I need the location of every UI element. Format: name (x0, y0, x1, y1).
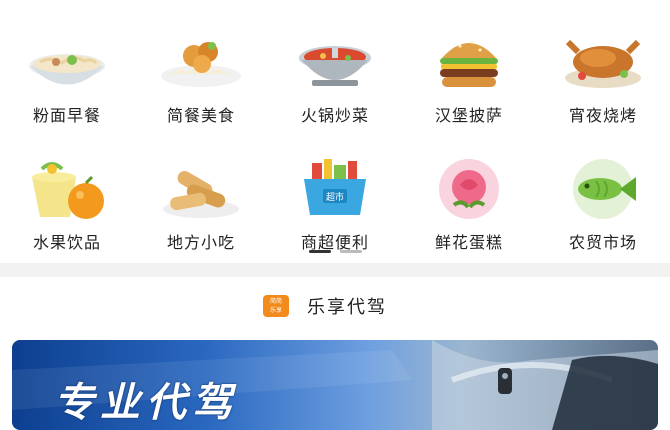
page-indicator-dot[interactable] (340, 250, 362, 253)
category-label: 简餐美食 (166, 106, 235, 125)
category-grid: 粉面早餐 简餐美食 火锅炒菜 汉堡披萨 宵夜烧烤 水果饮品 地方小吃 超市 商超… (0, 0, 670, 265)
section-divider (0, 263, 670, 277)
category-farmers-market[interactable]: 农贸市场 (536, 137, 670, 257)
page-indicator-dot-active[interactable] (309, 250, 331, 253)
category-burger-pizza[interactable]: 汉堡披萨 (402, 10, 536, 130)
brand-logo-icon: 简简 乐享 (263, 295, 289, 317)
category-label: 火锅炒菜 (300, 106, 369, 125)
category-simple-meal[interactable]: 简餐美食 (134, 10, 268, 130)
category-label: 水果饮品 (32, 233, 101, 252)
svg-text:超市: 超市 (326, 191, 344, 203)
category-late-night-bbq[interactable]: 宵夜烧烤 (536, 10, 670, 130)
designated-driver-section: 简简 乐享 乐享代驾 (0, 277, 670, 337)
category-local-snacks[interactable]: 地方小吃 (134, 137, 268, 257)
category-noodles[interactable]: 粉面早餐 (0, 10, 134, 130)
driver-service-banner[interactable]: 专业代驾 (12, 340, 658, 430)
page-indicator (309, 250, 369, 254)
rose-cake-icon (439, 159, 499, 219)
category-label: 粉面早餐 (32, 106, 101, 125)
fried-chicken-plate-icon (161, 42, 241, 87)
category-label: 农贸市场 (568, 233, 637, 252)
category-label: 汉堡披萨 (434, 106, 503, 125)
category-label: 鲜花蛋糕 (434, 233, 503, 252)
logo-text-top: 简简 (269, 298, 282, 305)
supermarket-basket-icon: 超市 (304, 159, 366, 215)
juice-fruit-icon (32, 162, 104, 219)
spring-roll-icon (163, 171, 239, 218)
category-label: 宵夜烧烤 (568, 106, 637, 125)
category-flowers-cake[interactable]: 鲜花蛋糕 (402, 137, 536, 257)
fish-icon (573, 159, 636, 219)
noodle-bowl-icon (29, 54, 105, 85)
category-label: 地方小吃 (166, 233, 235, 252)
section-title[interactable]: 乐享代驾 (307, 293, 387, 319)
hot-pot-icon (299, 46, 371, 86)
banner-headline: 专业代驾 (54, 380, 238, 426)
roast-chicken-icon (565, 39, 641, 88)
category-fruit-drinks[interactable]: 水果饮品 (0, 137, 134, 257)
burger-icon (440, 40, 498, 87)
category-hotpot[interactable]: 火锅炒菜 (268, 10, 402, 130)
logo-text-bottom: 乐享 (269, 307, 282, 314)
category-supermarket[interactable]: 超市 商超便利 (268, 137, 402, 257)
